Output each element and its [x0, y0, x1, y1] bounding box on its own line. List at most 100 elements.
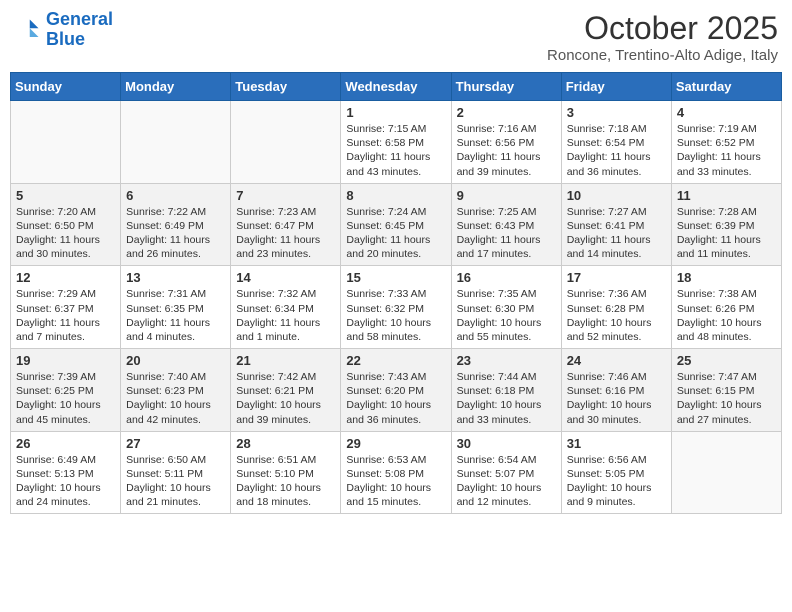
- day-number: 26: [16, 436, 115, 451]
- calendar-cell: 30 Sunrise: 6:54 AM Sunset: 5:07 PM Dayli…: [451, 431, 561, 514]
- day-number: 1: [346, 105, 445, 120]
- calendar-cell: 5Sunrise: 7:20 AM Sunset: 6:50 PM Daylig…: [11, 183, 121, 266]
- day-number: 3: [567, 105, 666, 120]
- calendar-week-row: 19Sunrise: 7:39 AM Sunset: 6:25 PM Dayli…: [11, 349, 782, 432]
- day-info: Sunrise: 7:33 AM Sunset: 6:32 PM Dayligh…: [346, 287, 445, 344]
- calendar-table: SundayMondayTuesdayWednesdayThursdayFrid…: [10, 72, 782, 514]
- day-info: Sunrise: 6:54 AM Sunset: 5:07 PM Dayligh…: [457, 453, 556, 510]
- day-number: 28: [236, 436, 335, 451]
- logo-text: General Blue: [46, 10, 113, 50]
- title-block: October 2025 Roncone, Trentino-Alto Adig…: [547, 10, 778, 64]
- day-info: Sunrise: 7:39 AM Sunset: 6:25 PM Dayligh…: [16, 370, 115, 427]
- calendar-cell: 10Sunrise: 7:27 AM Sunset: 6:41 PM Dayli…: [561, 183, 671, 266]
- day-info: Sunrise: 7:19 AM Sunset: 6:52 PM Dayligh…: [677, 122, 776, 179]
- day-of-week-header: Wednesday: [341, 73, 451, 101]
- day-number: 21: [236, 353, 335, 368]
- calendar-cell: 29 Sunrise: 6:53 AM Sunset: 5:08 PM Dayli…: [341, 431, 451, 514]
- day-info: Sunrise: 7:22 AM Sunset: 6:49 PM Dayligh…: [126, 205, 225, 262]
- location-title: Roncone, Trentino-Alto Adige, Italy: [547, 47, 778, 64]
- day-number: 29: [346, 436, 445, 451]
- calendar-cell: 25 Sunrise: 7:47 AM Sunset: 6:15 PM Dayli…: [671, 349, 781, 432]
- day-info: Sunrise: 7:23 AM Sunset: 6:47 PM Dayligh…: [236, 205, 335, 262]
- day-info: Sunrise: 7:46 AM Sunset: 6:16 PM Dayligh…: [567, 370, 666, 427]
- day-info: Sunrise: 7:29 AM Sunset: 6:37 PM Dayligh…: [16, 287, 115, 344]
- day-info: Sunrise: 7:16 AM Sunset: 6:56 PM Dayligh…: [457, 122, 556, 179]
- day-number: 31: [567, 436, 666, 451]
- day-info: Sunrise: 7:35 AM Sunset: 6:30 PM Dayligh…: [457, 287, 556, 344]
- calendar-cell: [121, 101, 231, 184]
- day-info: Sunrise: 6:50 AM Sunset: 5:11 PM Dayligh…: [126, 453, 225, 510]
- day-of-week-header: Friday: [561, 73, 671, 101]
- day-number: 9: [457, 188, 556, 203]
- day-info: Sunrise: 6:51 AM Sunset: 5:10 PM Dayligh…: [236, 453, 335, 510]
- calendar-cell: 11Sunrise: 7:28 AM Sunset: 6:39 PM Dayli…: [671, 183, 781, 266]
- day-info: Sunrise: 7:28 AM Sunset: 6:39 PM Dayligh…: [677, 205, 776, 262]
- calendar-cell: 16 Sunrise: 7:35 AM Sunset: 6:30 PM Dayli…: [451, 266, 561, 349]
- day-info: Sunrise: 7:42 AM Sunset: 6:21 PM Dayligh…: [236, 370, 335, 427]
- calendar-week-row: 1Sunrise: 7:15 AM Sunset: 6:58 PM Daylig…: [11, 101, 782, 184]
- day-info: Sunrise: 7:38 AM Sunset: 6:26 PM Dayligh…: [677, 287, 776, 344]
- day-info: Sunrise: 7:25 AM Sunset: 6:43 PM Dayligh…: [457, 205, 556, 262]
- calendar-cell: 6 Sunrise: 7:22 AM Sunset: 6:49 PM Daylig…: [121, 183, 231, 266]
- calendar-cell: 24 Sunrise: 7:46 AM Sunset: 6:16 PM Dayli…: [561, 349, 671, 432]
- page-header: General Blue October 2025 Roncone, Trent…: [10, 10, 782, 64]
- calendar-cell: 26Sunrise: 6:49 AM Sunset: 5:13 PM Dayli…: [11, 431, 121, 514]
- day-info: Sunrise: 7:40 AM Sunset: 6:23 PM Dayligh…: [126, 370, 225, 427]
- day-number: 22: [346, 353, 445, 368]
- day-info: Sunrise: 7:36 AM Sunset: 6:28 PM Dayligh…: [567, 287, 666, 344]
- day-number: 6: [126, 188, 225, 203]
- calendar-cell: 1Sunrise: 7:15 AM Sunset: 6:58 PM Daylig…: [341, 101, 451, 184]
- day-number: 13: [126, 270, 225, 285]
- calendar-cell: 17 Sunrise: 7:36 AM Sunset: 6:28 PM Dayli…: [561, 266, 671, 349]
- day-number: 30: [457, 436, 556, 451]
- calendar-cell: 22 Sunrise: 7:43 AM Sunset: 6:20 PM Dayli…: [341, 349, 451, 432]
- day-number: 24: [567, 353, 666, 368]
- day-number: 7: [236, 188, 335, 203]
- calendar-cell: 19Sunrise: 7:39 AM Sunset: 6:25 PM Dayli…: [11, 349, 121, 432]
- day-number: 12: [16, 270, 115, 285]
- calendar-cell: [231, 101, 341, 184]
- calendar-cell: 18 Sunrise: 7:38 AM Sunset: 6:26 PM Dayli…: [671, 266, 781, 349]
- calendar-cell: [671, 431, 781, 514]
- logo: General Blue: [14, 10, 113, 50]
- day-number: 18: [677, 270, 776, 285]
- day-info: Sunrise: 7:31 AM Sunset: 6:35 PM Dayligh…: [126, 287, 225, 344]
- logo-icon: [14, 16, 42, 44]
- month-title: October 2025: [547, 10, 778, 47]
- day-of-week-header: Tuesday: [231, 73, 341, 101]
- calendar-week-row: 26Sunrise: 6:49 AM Sunset: 5:13 PM Dayli…: [11, 431, 782, 514]
- day-info: Sunrise: 7:43 AM Sunset: 6:20 PM Dayligh…: [346, 370, 445, 427]
- calendar-cell: 4 Sunrise: 7:19 AM Sunset: 6:52 PM Daylig…: [671, 101, 781, 184]
- day-info: Sunrise: 7:47 AM Sunset: 6:15 PM Dayligh…: [677, 370, 776, 427]
- calendar-cell: 31Sunrise: 6:56 AM Sunset: 5:05 PM Dayli…: [561, 431, 671, 514]
- calendar-cell: 9 Sunrise: 7:25 AM Sunset: 6:43 PM Daylig…: [451, 183, 561, 266]
- day-number: 23: [457, 353, 556, 368]
- day-of-week-header: Monday: [121, 73, 231, 101]
- day-info: Sunrise: 7:20 AM Sunset: 6:50 PM Dayligh…: [16, 205, 115, 262]
- calendar-cell: 23 Sunrise: 7:44 AM Sunset: 6:18 PM Dayli…: [451, 349, 561, 432]
- day-number: 17: [567, 270, 666, 285]
- calendar-cell: 15 Sunrise: 7:33 AM Sunset: 6:32 PM Dayli…: [341, 266, 451, 349]
- calendar-cell: 3 Sunrise: 7:18 AM Sunset: 6:54 PM Daylig…: [561, 101, 671, 184]
- day-of-week-header: Thursday: [451, 73, 561, 101]
- day-number: 16: [457, 270, 556, 285]
- calendar-cell: 12 Sunrise: 7:29 AM Sunset: 6:37 PM Dayli…: [11, 266, 121, 349]
- day-number: 20: [126, 353, 225, 368]
- day-number: 4: [677, 105, 776, 120]
- calendar-cell: 7 Sunrise: 7:23 AM Sunset: 6:47 PM Daylig…: [231, 183, 341, 266]
- day-number: 14: [236, 270, 335, 285]
- day-info: Sunrise: 6:53 AM Sunset: 5:08 PM Dayligh…: [346, 453, 445, 510]
- day-of-week-header: Saturday: [671, 73, 781, 101]
- day-number: 15: [346, 270, 445, 285]
- day-info: Sunrise: 7:24 AM Sunset: 6:45 PM Dayligh…: [346, 205, 445, 262]
- day-number: 2: [457, 105, 556, 120]
- day-number: 25: [677, 353, 776, 368]
- day-info: Sunrise: 7:32 AM Sunset: 6:34 PM Dayligh…: [236, 287, 335, 344]
- day-info: Sunrise: 7:18 AM Sunset: 6:54 PM Dayligh…: [567, 122, 666, 179]
- day-number: 10: [567, 188, 666, 203]
- day-info: Sunrise: 7:44 AM Sunset: 6:18 PM Dayligh…: [457, 370, 556, 427]
- day-number: 8: [346, 188, 445, 203]
- calendar-header-row: SundayMondayTuesdayWednesdayThursdayFrid…: [11, 73, 782, 101]
- calendar-cell: 2 Sunrise: 7:16 AM Sunset: 6:56 PM Daylig…: [451, 101, 561, 184]
- calendar-cell: [11, 101, 121, 184]
